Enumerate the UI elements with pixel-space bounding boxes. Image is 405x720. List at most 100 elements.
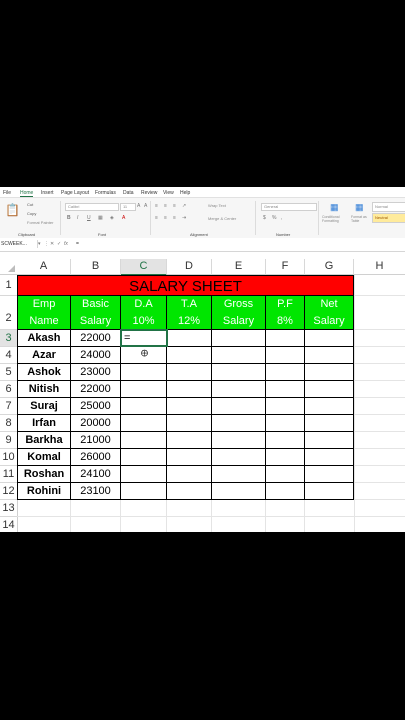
comma-icon[interactable]: , [281, 215, 282, 221]
cell-empty[interactable] [305, 415, 354, 432]
column-header-h[interactable]: H [354, 259, 405, 275]
row-header-4[interactable]: 4 [0, 347, 17, 364]
tab-view[interactable]: View [163, 190, 174, 196]
name-box[interactable]: SCWEEK... [0, 240, 38, 248]
cell-empty[interactable] [212, 483, 266, 500]
tab-file[interactable]: File [3, 190, 11, 196]
cell-empty[interactable] [121, 364, 167, 381]
cell-emp-name[interactable]: Ashok [17, 364, 71, 381]
cell-empty[interactable] [212, 381, 266, 398]
column-header-d[interactable]: D [167, 259, 212, 275]
fill-color-icon[interactable]: ◈ [110, 215, 114, 221]
header-net-salary[interactable]: Net Salary [305, 296, 354, 330]
cell-empty[interactable] [305, 449, 354, 466]
bold-icon[interactable]: B [67, 215, 71, 221]
cell-empty[interactable] [266, 330, 305, 347]
cell-empty[interactable] [305, 432, 354, 449]
header-gross-salary[interactable]: Gross Salary [212, 296, 266, 330]
cell-emp-name[interactable]: Rohini [17, 483, 71, 500]
cell-basic-salary[interactable]: 22000 [71, 381, 121, 398]
cell-emp-name[interactable]: Roshan [17, 466, 71, 483]
cell-empty[interactable] [167, 364, 212, 381]
grow-font-icon[interactable]: A [137, 203, 140, 209]
cell-empty[interactable] [212, 432, 266, 449]
underline-icon[interactable]: U [87, 215, 91, 221]
cell-empty[interactable] [167, 330, 212, 347]
format-as-table-icon[interactable]: ▦ [355, 202, 364, 213]
cell-empty[interactable] [212, 466, 266, 483]
cell-empty[interactable] [121, 398, 167, 415]
cell-empty[interactable] [305, 398, 354, 415]
conditional-formatting-button[interactable]: Conditional Formatting [322, 215, 349, 223]
cell-basic-salary[interactable]: 24100 [71, 466, 121, 483]
cell-basic-salary[interactable]: 26000 [71, 449, 121, 466]
align-right-icon[interactable]: ≡ [173, 215, 176, 221]
cell-basic-salary[interactable]: 22000 [71, 330, 121, 347]
cell-emp-name[interactable]: Irfan [17, 415, 71, 432]
copy-button[interactable]: Copy [27, 211, 36, 216]
formula-input[interactable]: = [76, 240, 79, 248]
header-da[interactable]: D.A 10% [121, 296, 167, 330]
name-box-dropdown-icon[interactable]: ▾ [38, 240, 41, 248]
row-header-8[interactable]: 8 [0, 415, 17, 432]
row-header-9[interactable]: 9 [0, 432, 17, 449]
tab-insert[interactable]: Insert [41, 190, 54, 196]
cell-empty[interactable] [305, 381, 354, 398]
wrap-text-button[interactable]: Wrap Text [208, 203, 226, 208]
row-header-11[interactable]: 11 [0, 466, 17, 483]
header-emp-name[interactable]: Emp Name [17, 296, 71, 330]
style-neutral[interactable]: Neutral [372, 213, 405, 223]
row-header-13[interactable]: 13 [0, 500, 17, 517]
cell-emp-name[interactable]: Azar [17, 347, 71, 364]
merge-center-button[interactable]: Merge & Center [208, 216, 236, 221]
cell-empty[interactable] [212, 364, 266, 381]
enter-icon[interactable]: ✓ [57, 240, 61, 248]
column-header-f[interactable]: F [266, 259, 305, 275]
cell-empty[interactable] [305, 330, 354, 347]
row-header-1[interactable]: 1 [0, 275, 17, 296]
row-header-5[interactable]: 5 [0, 364, 17, 381]
cut-button[interactable]: Cut [27, 202, 33, 207]
cell-empty[interactable] [167, 466, 212, 483]
cell-empty[interactable] [167, 381, 212, 398]
cell-empty[interactable] [167, 449, 212, 466]
row-header-3[interactable]: 3 [0, 330, 17, 347]
cell-empty[interactable] [266, 449, 305, 466]
cell-empty[interactable] [212, 398, 266, 415]
cell-empty[interactable] [212, 449, 266, 466]
cell-emp-name[interactable]: Nitish [17, 381, 71, 398]
cell-empty[interactable] [167, 483, 212, 500]
number-format-select[interactable]: General [261, 203, 317, 211]
salary-sheet-title[interactable]: SALARY SHEET [17, 275, 354, 296]
cell-empty[interactable] [121, 381, 167, 398]
cell-empty[interactable] [266, 398, 305, 415]
shrink-font-icon[interactable]: A [144, 203, 147, 209]
align-center-icon[interactable]: ≡ [164, 215, 167, 221]
cell-empty[interactable] [121, 415, 167, 432]
cancel-icon[interactable]: ✕ [50, 240, 54, 248]
percent-icon[interactable]: % [272, 215, 276, 221]
tab-review[interactable]: Review [141, 190, 157, 196]
header-pf[interactable]: P.F 8% [266, 296, 305, 330]
cell-basic-salary[interactable]: 24000 [71, 347, 121, 364]
column-header-a[interactable]: A [17, 259, 71, 275]
cell-basic-salary[interactable]: 21000 [71, 432, 121, 449]
cell-emp-name[interactable]: Suraj [17, 398, 71, 415]
cell-emp-name[interactable]: Akash [17, 330, 71, 347]
column-header-e[interactable]: E [212, 259, 266, 275]
header-basic-salary[interactable]: Basic Salary [71, 296, 121, 330]
cell-empty[interactable] [305, 347, 354, 364]
cell-empty[interactable] [167, 347, 212, 364]
orientation-icon[interactable]: ↗ [182, 203, 186, 209]
paste-icon[interactable]: 📋 [5, 203, 20, 217]
column-header-b[interactable]: B [71, 259, 121, 275]
tab-formulas[interactable]: Formulas [95, 190, 116, 196]
select-all-corner[interactable] [0, 259, 18, 275]
column-header-c[interactable]: C [121, 259, 167, 276]
font-size-select[interactable]: 11 [120, 203, 136, 211]
cell-empty[interactable] [266, 347, 305, 364]
row-header-12[interactable]: 12 [0, 483, 17, 500]
cell-empty[interactable] [121, 483, 167, 500]
cell-empty[interactable] [305, 466, 354, 483]
cell-empty[interactable] [266, 466, 305, 483]
